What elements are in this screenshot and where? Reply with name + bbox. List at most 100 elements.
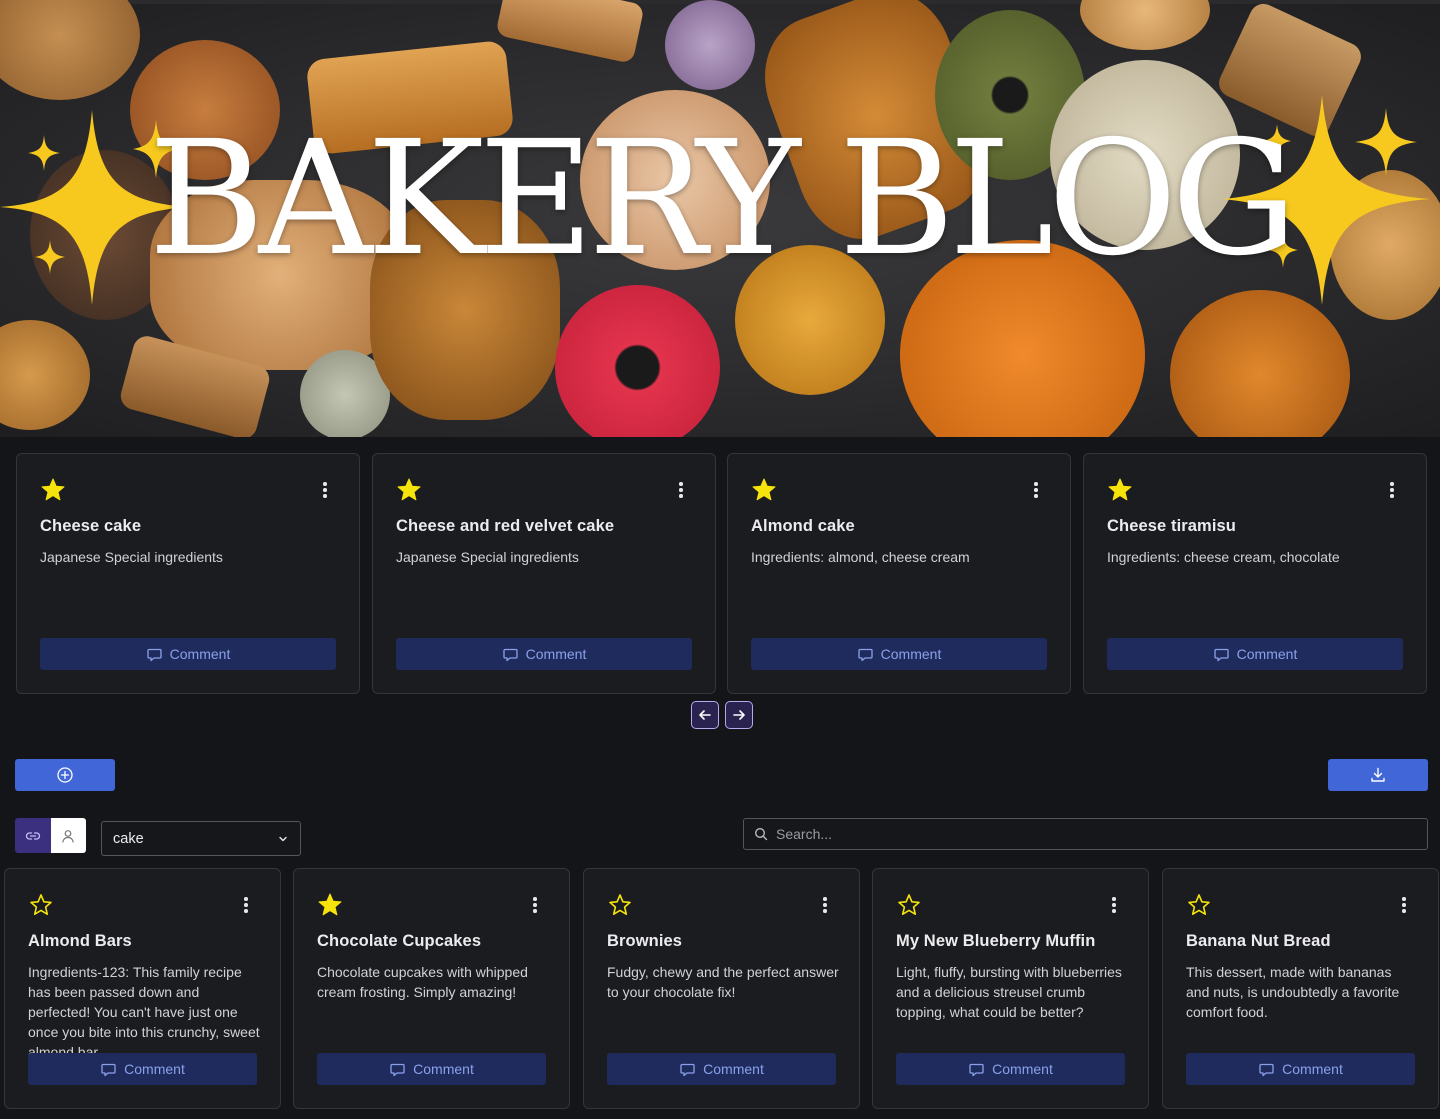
plus-circle-icon xyxy=(57,767,73,783)
comment-button[interactable]: Comment xyxy=(1186,1053,1415,1085)
comment-label: Comment xyxy=(525,646,587,662)
post-card: Chocolate Cupcakes Chocolate cupcakes wit… xyxy=(293,868,570,1109)
card-title: Cheese tiramisu xyxy=(1107,517,1236,535)
pastry-image xyxy=(665,0,755,90)
star-outline-icon[interactable] xyxy=(607,892,633,918)
card-description: Japanese Special ingredients xyxy=(40,549,223,565)
add-post-button[interactable] xyxy=(15,759,115,791)
card-title: Brownies xyxy=(607,932,683,950)
card-title: My New Blueberry Muffin xyxy=(896,932,1096,950)
search-input[interactable] xyxy=(776,826,1406,842)
search-box xyxy=(743,818,1428,850)
comment-icon xyxy=(147,648,162,661)
pastry-image xyxy=(555,285,720,437)
pastry-image xyxy=(1170,290,1350,437)
featured-card: Cheese tiramisu Ingredients: cheese cream… xyxy=(1083,453,1427,694)
pastry-image xyxy=(0,0,140,100)
card-title: Banana Nut Bread xyxy=(1186,932,1331,950)
card-description: Ingredients: cheese cream, chocolate xyxy=(1107,549,1340,565)
category-select-value: cake xyxy=(113,830,144,847)
comment-icon xyxy=(858,648,873,661)
download-button[interactable] xyxy=(1328,759,1428,791)
comment-button[interactable]: Comment xyxy=(896,1053,1125,1085)
more-options-icon[interactable] xyxy=(315,480,335,500)
post-card: Almond Bars Ingredients-123: This family … xyxy=(4,868,281,1109)
post-card: My New Blueberry Muffin Light, fluffy, bu… xyxy=(872,868,1149,1109)
card-title: Cheese and red velvet cake xyxy=(396,517,615,535)
more-options-icon[interactable] xyxy=(815,895,835,915)
star-outline-icon[interactable] xyxy=(896,892,922,918)
comment-icon xyxy=(680,1063,695,1076)
comment-button[interactable]: Comment xyxy=(40,638,336,670)
card-title: Almond cake xyxy=(751,517,855,535)
comment-icon xyxy=(969,1063,984,1076)
star-filled-icon[interactable] xyxy=(317,892,343,918)
comment-label: Comment xyxy=(880,646,942,662)
card-description: Light, fluffy, bursting with blueberries… xyxy=(896,964,1122,1020)
comment-label: Comment xyxy=(169,646,231,662)
comment-icon xyxy=(503,648,518,661)
download-icon xyxy=(1371,767,1385,782)
card-description: Japanese Special ingredients xyxy=(396,549,579,565)
comment-button[interactable]: Comment xyxy=(607,1053,836,1085)
comment-button[interactable]: Comment xyxy=(751,638,1047,670)
comment-button[interactable]: Comment xyxy=(317,1053,546,1085)
next-button[interactable] xyxy=(725,701,753,729)
post-card: Brownies Fudgy, chewy and the perfect ans… xyxy=(583,868,860,1109)
card-title: Almond Bars xyxy=(28,932,132,950)
comment-button[interactable]: Comment xyxy=(1107,638,1403,670)
more-options-icon[interactable] xyxy=(1394,895,1414,915)
card-title: Cheese cake xyxy=(40,517,142,535)
prev-button[interactable] xyxy=(691,701,719,729)
comment-icon xyxy=(1259,1063,1274,1076)
comment-label: Comment xyxy=(413,1061,474,1077)
link-icon xyxy=(25,831,40,840)
comment-label: Comment xyxy=(124,1061,185,1077)
star-filled-icon[interactable] xyxy=(1107,477,1133,503)
arrow-left-icon xyxy=(699,710,711,720)
pastry-image xyxy=(1080,0,1210,50)
comment-label: Comment xyxy=(703,1061,764,1077)
more-options-icon[interactable] xyxy=(671,480,691,500)
category-select[interactable]: cake xyxy=(101,821,301,856)
card-description: Chocolate cupcakes with whipped cream fr… xyxy=(317,964,528,1000)
comment-label: Comment xyxy=(992,1061,1053,1077)
card-description: Ingredients: almond, cheese cream xyxy=(751,549,970,565)
pastry-image xyxy=(0,320,90,430)
comment-icon xyxy=(101,1063,116,1076)
more-options-icon[interactable] xyxy=(1382,480,1402,500)
star-filled-icon[interactable] xyxy=(40,477,66,503)
hero-banner: BAKERY BLOG xyxy=(0,0,1440,437)
comment-label: Comment xyxy=(1282,1061,1343,1077)
comment-button[interactable]: Comment xyxy=(28,1053,257,1085)
search-icon xyxy=(754,827,768,841)
user-icon xyxy=(62,829,75,843)
more-options-icon[interactable] xyxy=(1104,895,1124,915)
arrow-right-icon xyxy=(733,710,745,720)
more-options-icon[interactable] xyxy=(1026,480,1046,500)
comment-icon xyxy=(390,1063,405,1076)
page-title: BAKERY BLOG xyxy=(148,107,1298,291)
card-description: This dessert, made with bananas and nuts… xyxy=(1186,964,1400,1020)
chevron-down-icon xyxy=(279,836,287,841)
star-filled-icon[interactable] xyxy=(396,477,422,503)
featured-card: Almond cake Ingredients: almond, cheese c… xyxy=(727,453,1071,694)
comment-button[interactable]: Comment xyxy=(396,638,692,670)
link-view-toggle[interactable] xyxy=(15,818,51,853)
user-view-toggle[interactable] xyxy=(50,818,86,853)
post-card: Banana Nut Bread This dessert, made with … xyxy=(1162,868,1439,1109)
more-options-icon[interactable] xyxy=(525,895,545,915)
comment-label: Comment xyxy=(1236,646,1298,662)
card-description: Ingredients-123: This family recipe has … xyxy=(28,964,260,1060)
featured-card: Cheese cake Japanese Special ingredients C… xyxy=(16,453,360,694)
view-toggle xyxy=(15,818,86,853)
star-outline-icon[interactable] xyxy=(28,892,54,918)
comment-icon xyxy=(1214,648,1229,661)
pastry-image xyxy=(495,0,645,64)
star-outline-icon[interactable] xyxy=(1186,892,1212,918)
card-description: Fudgy, chewy and the perfect answer to y… xyxy=(607,964,839,1000)
card-title: Chocolate Cupcakes xyxy=(317,932,482,950)
featured-card: Cheese and red velvet cake Japanese Speci… xyxy=(372,453,716,694)
star-filled-icon[interactable] xyxy=(751,477,777,503)
more-options-icon[interactable] xyxy=(236,895,256,915)
